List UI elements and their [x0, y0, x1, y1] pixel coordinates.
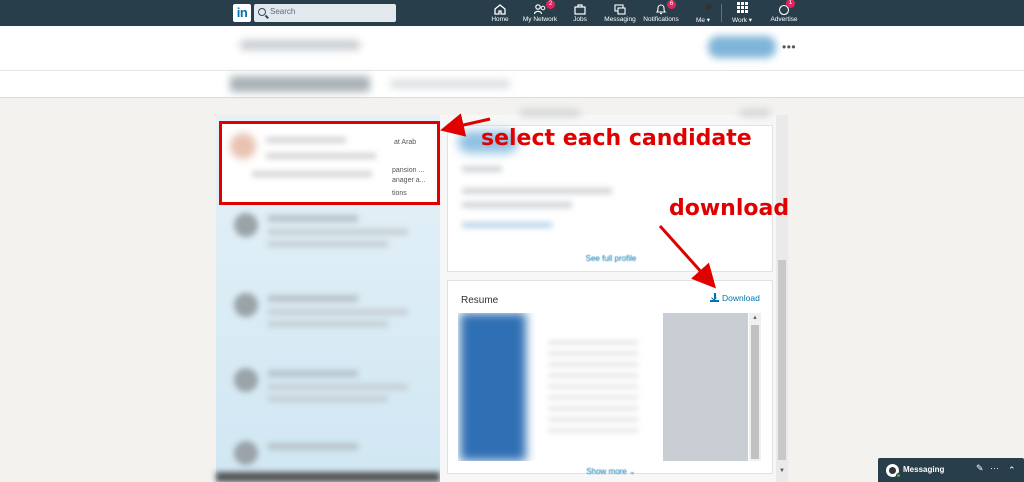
- resume-preview[interactable]: [458, 313, 748, 461]
- blurred-header-text: [240, 40, 360, 50]
- nav-advertise[interactable]: 1 Advertise: [770, 0, 798, 26]
- show-more-link[interactable]: Show more ⌄: [448, 467, 774, 476]
- nav-label: Home: [491, 16, 509, 23]
- blurred-tab-label: [390, 80, 510, 88]
- download-label: Download: [722, 293, 760, 303]
- preview-scrollbar[interactable]: ▲: [749, 313, 761, 461]
- avatar: [234, 293, 258, 317]
- see-full-profile-link[interactable]: See full profile: [448, 254, 774, 263]
- network-icon: 2: [533, 0, 555, 15]
- blurred-action-button[interactable]: [708, 36, 776, 58]
- nav-notifications[interactable]: 6 Notifications: [642, 0, 680, 26]
- search-input[interactable]: Search: [254, 4, 396, 22]
- nav-work[interactable]: Work ▾: [730, 2, 754, 26]
- chevron-up-icon[interactable]: ⌃: [1008, 465, 1016, 476]
- advertise-icon: 1: [778, 0, 795, 16]
- notifications-badge: 6: [667, 0, 676, 9]
- avatar: [234, 441, 258, 465]
- avatar: [234, 213, 258, 237]
- nav-me[interactable]: Me ▾: [692, 2, 714, 26]
- blurred-tab-label: [230, 76, 370, 92]
- messaging-dock[interactable]: Messaging ✎ ··· ⌃: [878, 458, 1024, 482]
- download-button[interactable]: Download: [710, 293, 760, 303]
- nav-home[interactable]: Home: [488, 2, 512, 26]
- search-placeholder: Search: [270, 7, 296, 16]
- highlight-box: [219, 121, 440, 205]
- messaging-icon: [614, 2, 626, 15]
- annotation-download-label: download: [669, 196, 790, 221]
- panel-scrollbar[interactable]: ▼: [776, 115, 788, 482]
- top-nav-bar: in Search Home 2 My Network Jobs Messagi…: [0, 0, 1024, 26]
- compose-icon[interactable]: ✎: [976, 463, 984, 474]
- nav-label: Work ▾: [731, 17, 753, 24]
- online-status-dot: [896, 473, 901, 478]
- nav-label: Me ▾: [695, 17, 711, 24]
- resume-card: Resume Download ▲ Show more ⌄: [447, 280, 774, 476]
- list-item[interactable]: [226, 285, 426, 345]
- annotation-select-label: select each candidate: [481, 126, 752, 151]
- linkedin-logo[interactable]: in: [233, 4, 251, 22]
- search-icon: [258, 8, 266, 16]
- download-icon: [710, 293, 719, 302]
- nav-divider: [721, 4, 722, 22]
- more-options-icon[interactable]: •••: [782, 40, 796, 54]
- bell-icon: 6: [655, 0, 676, 15]
- list-item[interactable]: [226, 205, 426, 265]
- list-item[interactable]: [226, 360, 426, 420]
- nav-jobs[interactable]: Jobs: [570, 2, 590, 26]
- scroll-up-icon[interactable]: ▲: [752, 315, 758, 321]
- page-header: [0, 26, 1024, 98]
- messaging-label: Messaging: [903, 465, 945, 474]
- nav-messaging[interactable]: Messaging: [604, 2, 636, 26]
- advertise-badge: 1: [786, 0, 795, 8]
- network-badge: 2: [546, 0, 555, 9]
- resume-title: Resume: [461, 295, 499, 306]
- more-options-icon[interactable]: ···: [990, 463, 999, 473]
- scroll-down-icon[interactable]: ▼: [779, 468, 785, 474]
- nav-label: Jobs: [573, 16, 587, 23]
- nav-label: Advertise: [770, 16, 798, 23]
- jobs-icon: [574, 2, 586, 15]
- avatar: [234, 368, 258, 392]
- home-icon: [494, 2, 506, 15]
- nav-label: Messaging: [604, 16, 636, 23]
- grid-icon: [736, 2, 748, 13]
- nav-my-network[interactable]: 2 My Network: [521, 0, 559, 26]
- nav-label: My Network: [522, 16, 558, 23]
- nav-label: Notifications: [643, 16, 679, 23]
